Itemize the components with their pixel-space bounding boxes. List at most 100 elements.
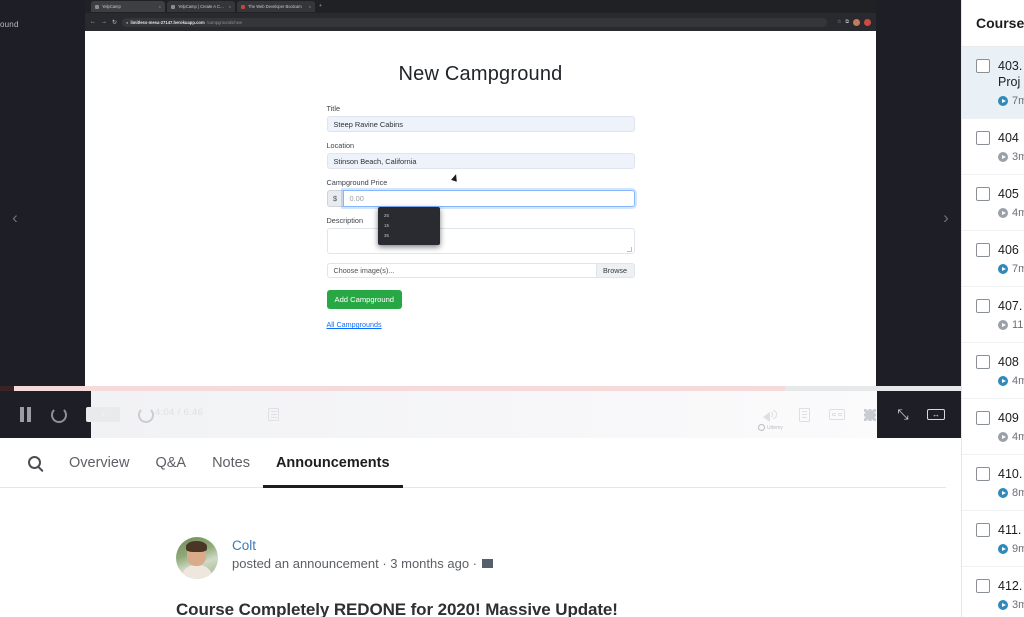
lecture-body: 403. Proj 7m — [998, 58, 1024, 107]
browser-tab-1[interactable]: YelpCamp × — [91, 1, 165, 12]
lecture-duration: 11 — [1012, 319, 1024, 331]
sidebar-lecture-item[interactable]: 405 4m — [962, 175, 1024, 231]
sidebar-lecture-item[interactable]: 406 7m — [962, 231, 1024, 287]
lecture-checkbox[interactable] — [976, 187, 990, 201]
lecture-checkbox[interactable] — [976, 59, 990, 73]
sidebar-lecture-item[interactable]: 410. 8m — [962, 455, 1024, 511]
description-textarea[interactable] — [326, 228, 635, 254]
browser-tab-3[interactable]: The Web Developer Bootcam × — [237, 1, 315, 12]
transcript-button[interactable] — [791, 391, 817, 438]
pause-button[interactable] — [12, 391, 38, 438]
sidebar-lecture-item[interactable]: 403. Proj 7m — [962, 47, 1024, 119]
price-input[interactable]: 0.00 — [342, 190, 635, 207]
tab-announcements[interactable]: Announcements — [262, 438, 403, 488]
forward-icon[interactable]: → — [101, 19, 107, 25]
expand-icon: ⤡ — [897, 406, 909, 422]
theater-mode-button[interactable]: ↔ — [923, 391, 949, 438]
add-campground-button[interactable]: Add Campground — [326, 290, 403, 309]
search-button[interactable] — [12, 456, 56, 469]
autofill-option[interactable]: 25 — [378, 210, 440, 220]
sidebar-lecture-item[interactable]: 408 4m — [962, 343, 1024, 399]
flag-icon[interactable] — [482, 559, 493, 568]
lecture-checkbox[interactable] — [976, 355, 990, 369]
sidebar-lecture-item[interactable]: 411. 9m — [962, 511, 1024, 567]
sidebar-lecture-item[interactable]: 407. 11 — [962, 287, 1024, 343]
lecture-duration: 8m — [1012, 487, 1024, 499]
lecture-duration-row: 11 — [998, 319, 1024, 331]
back-icon[interactable]: ← — [90, 19, 96, 25]
course-content-sidebar[interactable]: Course 403.Proj7m4043m4054m4067m407.1140… — [961, 0, 1024, 617]
announcement-item: Colt posted an announcement · 3 months a… — [176, 537, 876, 617]
rewind-button[interactable] — [46, 391, 72, 438]
watermark-label: Udemy — [767, 424, 783, 431]
lecture-body: 406 7m — [998, 242, 1024, 275]
browser-tab-2[interactable]: YelpCamp | Create A Campgr × — [167, 1, 235, 12]
lecture-checkbox[interactable] — [976, 131, 990, 145]
browser-tabstrip: YelpCamp × YelpCamp | Create A Campgr × … — [85, 0, 876, 13]
lecture-checkbox[interactable] — [976, 411, 990, 425]
sidebar-lecture-item[interactable]: 409 4m — [962, 399, 1024, 455]
play-icon — [998, 544, 1008, 554]
next-lecture-button[interactable]: › — [931, 196, 961, 240]
lecture-checkbox[interactable] — [976, 523, 990, 537]
favicon-icon — [241, 4, 245, 9]
autofill-dropdown[interactable]: 25 15 35 — [378, 207, 440, 245]
lecture-duration: 3m — [1012, 599, 1024, 611]
location-input[interactable]: Stinson Beach, California — [326, 153, 635, 169]
sidebar-lecture-item[interactable]: 412. 3m — [962, 567, 1024, 617]
tab-overview[interactable]: Overview — [56, 438, 142, 488]
lecture-duration-row: 7m — [998, 263, 1024, 275]
previous-lecture-button[interactable]: ‹ — [0, 196, 30, 240]
extension-icon[interactable]: ⧉ — [845, 19, 849, 25]
close-icon[interactable]: × — [309, 4, 311, 9]
lecture-checkbox[interactable] — [976, 467, 990, 481]
lecture-duration-row: 4m — [998, 375, 1024, 387]
avatar-body — [181, 565, 213, 579]
rewind-10-icon — [51, 406, 67, 423]
lecture-duration: 3m — [1012, 151, 1024, 163]
tab-notes[interactable]: Notes — [199, 438, 263, 488]
note-button[interactable] — [260, 391, 286, 438]
all-campgrounds-link[interactable]: All Campgrounds — [327, 320, 635, 329]
lecture-checkbox[interactable] — [976, 243, 990, 257]
brand-logo-icon — [758, 424, 765, 431]
url-path: /campgrounds/new — [206, 19, 243, 25]
video-player[interactable]: YelpCamp × YelpCamp | Create A Campgr × … — [0, 0, 961, 438]
browser-tab-label: YelpCamp | Create A Campgr — [178, 4, 226, 9]
captions-button[interactable] — [824, 391, 850, 438]
fullscreen-button[interactable]: ⤡ — [890, 391, 916, 438]
new-tab-icon[interactable]: + — [319, 3, 322, 9]
playback-speed-button[interactable]: x — [86, 407, 120, 422]
close-icon[interactable]: × — [159, 4, 161, 9]
reload-icon[interactable]: ↻ — [112, 19, 117, 26]
play-icon — [998, 376, 1008, 386]
autofill-option[interactable]: 35 — [378, 230, 440, 240]
tab-qa[interactable]: Q&A — [142, 438, 199, 488]
lecture-number: 409 — [998, 411, 1019, 425]
lecture-number: 407. — [998, 299, 1023, 313]
menu-icon[interactable] — [864, 18, 871, 26]
lecture-body: 405 4m — [998, 186, 1024, 219]
file-upload-field[interactable]: Choose image(s)... Browse — [326, 263, 635, 278]
browser-chrome: YelpCamp × YelpCamp | Create A Campgr × … — [85, 0, 876, 31]
favicon-icon — [95, 4, 99, 9]
announcement-author[interactable]: Colt — [232, 538, 493, 553]
lecture-body: 408 4m — [998, 354, 1024, 387]
browse-button[interactable]: Browse — [595, 264, 634, 277]
star-icon[interactable]: ☆ — [837, 19, 841, 25]
lecture-body: 407. 11 — [998, 298, 1024, 331]
avatar[interactable] — [853, 18, 860, 26]
autofill-option[interactable]: 15 — [378, 220, 440, 230]
lecture-duration-row: 7m — [998, 95, 1024, 107]
address-bar[interactable]: ● limitless-mesa-27147.herokuapp.com /ca… — [122, 17, 827, 27]
announcement-meta-text: posted an announcement · 3 months ago · — [232, 556, 477, 571]
ghost-page-title: ound — [0, 20, 19, 29]
settings-button[interactable] — [857, 391, 883, 438]
close-icon[interactable]: × — [229, 4, 231, 9]
lecture-checkbox[interactable] — [976, 579, 990, 593]
title-input[interactable]: Steep Ravine Cabins — [326, 116, 635, 132]
sidebar-lecture-item[interactable]: 404 3m — [962, 119, 1024, 175]
currency-prefix: $ — [326, 190, 343, 207]
avatar[interactable] — [176, 537, 218, 579]
lecture-checkbox[interactable] — [976, 299, 990, 313]
